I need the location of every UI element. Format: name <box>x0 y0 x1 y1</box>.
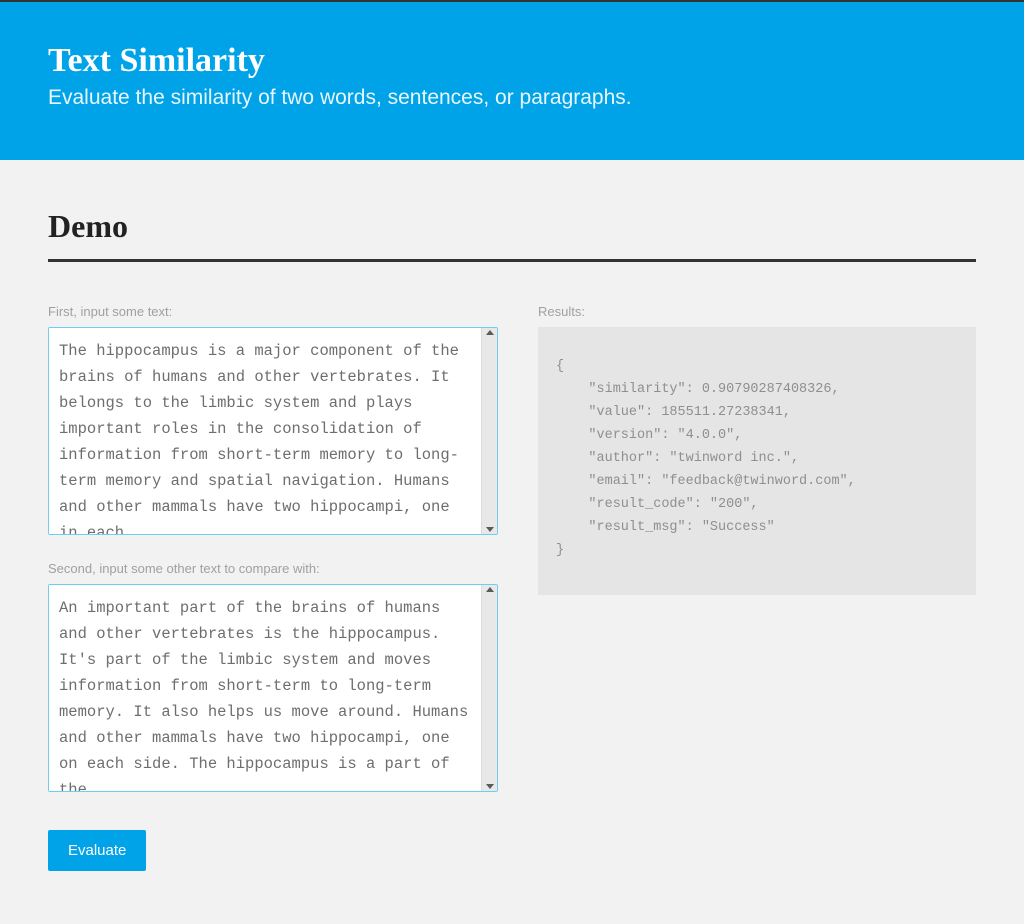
scroll-up-icon <box>486 587 494 592</box>
results-json: { "similarity": 0.90790287408326, "value… <box>556 355 958 562</box>
input-column: First, input some text: Second, input so… <box>48 304 498 871</box>
page-title: Text Similarity <box>48 42 976 80</box>
main-container: Demo First, input some text: Second, inp… <box>0 160 1024 901</box>
second-input-label: Second, input some other text to compare… <box>48 561 498 576</box>
second-text-input[interactable] <box>49 585 481 791</box>
scroll-down-icon <box>486 527 494 532</box>
demo-columns: First, input some text: Second, input so… <box>48 304 976 871</box>
results-column: Results: { "similarity": 0.9079028740832… <box>538 304 976 871</box>
scroll-down-icon <box>486 784 494 789</box>
first-scrollbar[interactable] <box>481 328 497 534</box>
results-box: { "similarity": 0.90790287408326, "value… <box>538 327 976 595</box>
page-subtitle: Evaluate the similarity of two words, se… <box>48 86 976 110</box>
evaluate-button[interactable]: Evaluate <box>48 830 146 871</box>
scroll-up-icon <box>486 330 494 335</box>
demo-heading: Demo <box>48 208 976 262</box>
first-input-label: First, input some text: <box>48 304 498 319</box>
second-text-wrapper <box>48 584 498 792</box>
first-text-wrapper <box>48 327 498 535</box>
first-text-input[interactable] <box>49 328 481 534</box>
results-label: Results: <box>538 304 976 319</box>
page-header: Text Similarity Evaluate the similarity … <box>0 2 1024 160</box>
second-scrollbar[interactable] <box>481 585 497 791</box>
